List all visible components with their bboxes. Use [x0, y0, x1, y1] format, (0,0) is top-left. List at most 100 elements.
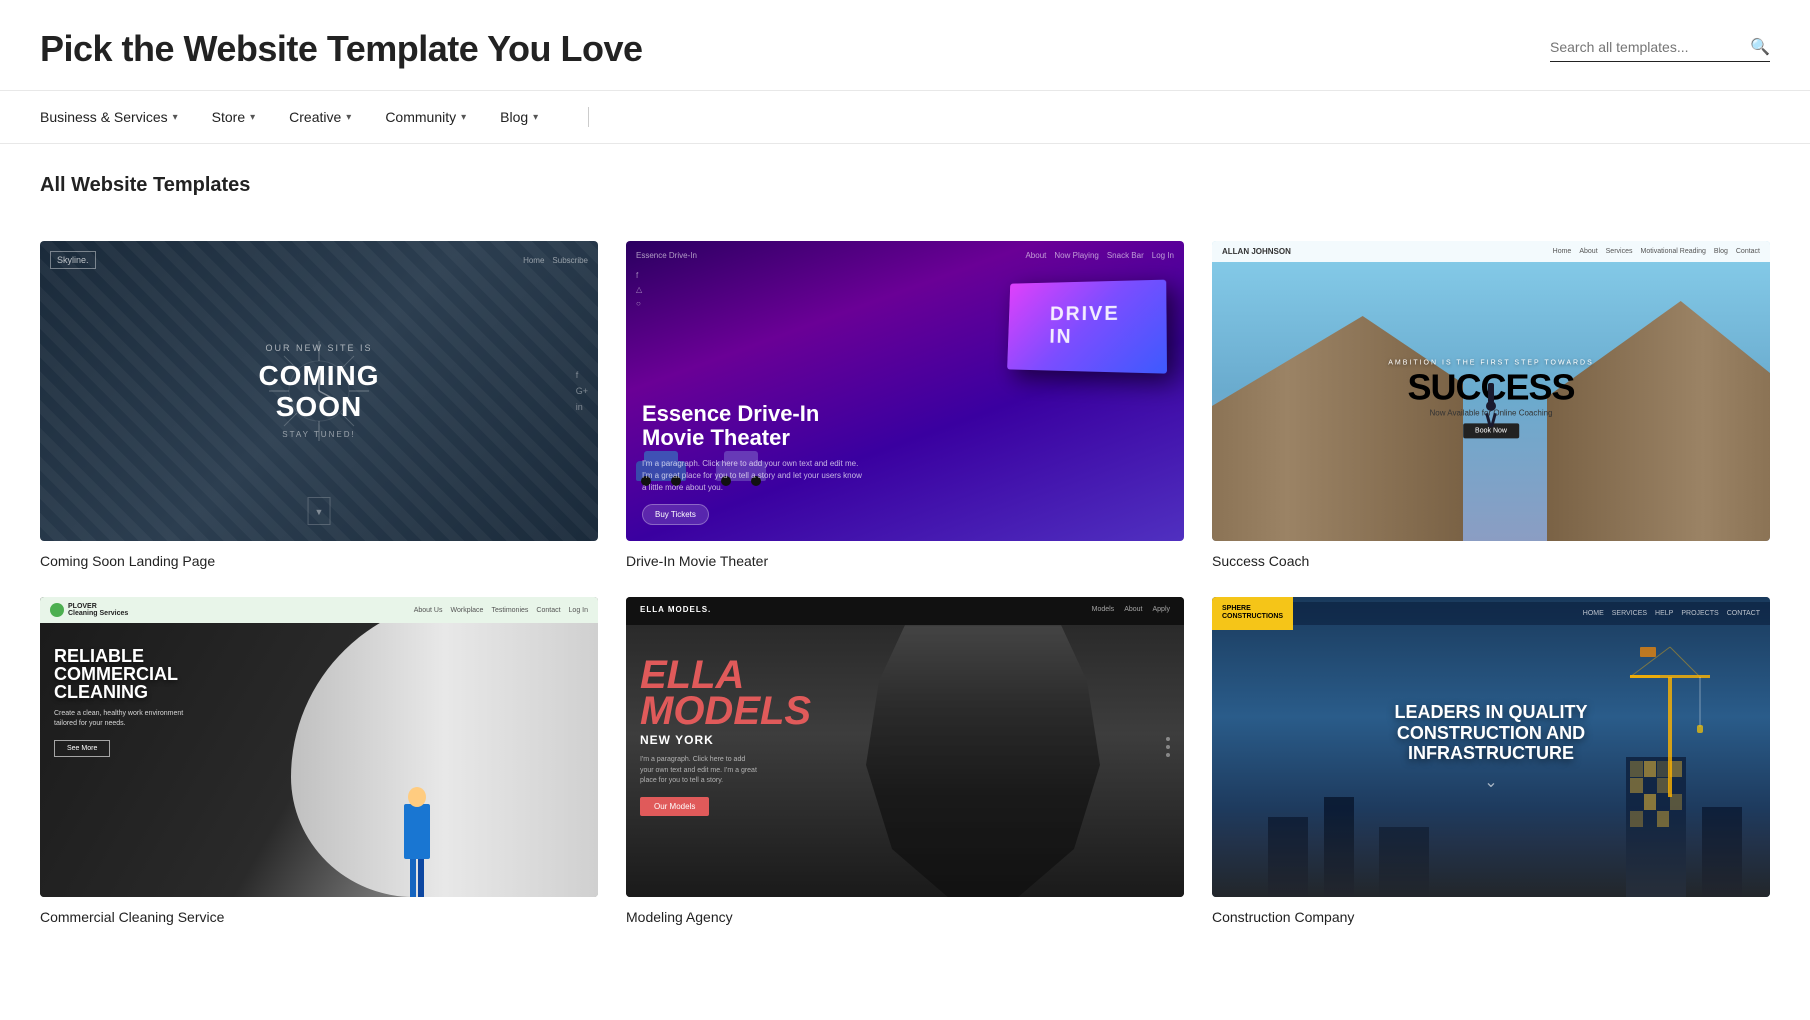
- template-label-coming-soon: Coming Soon Landing Page: [40, 553, 598, 569]
- drive-in-body: I'm a paragraph. Click here to add your …: [642, 458, 1168, 494]
- cleaning-content: RELIABLECOMMERCIALCLEANING Create a clea…: [54, 647, 183, 757]
- template-card-success[interactable]: ALLAN JOHNSON HomeAboutServicesMotivatio…: [1212, 241, 1770, 569]
- coming-soon-stay: STAY TUNED!: [258, 430, 379, 439]
- template-thumbnail-coming-soon: Skyline. HomeSubscribe: [40, 241, 598, 541]
- template-thumbnail-modeling: ELLA MODELS. ModelsAboutApply ELLAMODELS…: [626, 597, 1184, 897]
- model-name: ELLAMODELS: [640, 657, 811, 729]
- coming-soon-subtitle: OUR NEW SITE IS: [258, 343, 379, 353]
- see-more-btn[interactable]: See More: [54, 740, 110, 757]
- template-label-modeling: Modeling Agency: [626, 909, 1184, 925]
- drive-in-sign: DRIVEIN: [1007, 280, 1167, 374]
- modeling-nav: ELLA MODELS. ModelsAboutApply: [626, 597, 1184, 622]
- template-thumbnail-construction: SPHERECONSTRUCTIONS HOMESERVICESHELPPROJ…: [1212, 597, 1770, 897]
- model-silhouette: [853, 625, 1113, 897]
- template-label-drive-in: Drive-In Movie Theater: [626, 553, 1184, 569]
- construction-content: LEADERS IN QUALITYCONSTRUCTION ANDINFRAS…: [1268, 702, 1714, 792]
- nav-item-store[interactable]: Store ▾: [212, 91, 276, 143]
- cleaning-nav: About UsWorkplaceTestimoniesContactLog I…: [414, 607, 588, 614]
- success-logo: ALLAN JOHNSON: [1222, 247, 1291, 256]
- section-header: All Website Templates: [0, 144, 1810, 241]
- drive-in-nav: Essence Drive-In AboutNow PlayingSnack B…: [636, 251, 1174, 260]
- success-nav: HomeAboutServicesMotivational ReadingBlo…: [1553, 248, 1760, 255]
- nav-item-blog[interactable]: Blog ▾: [500, 91, 558, 143]
- construction-nav: HOMESERVICESHELPPROJECTSCONTACT: [1293, 602, 1770, 625]
- coming-soon-text: OUR NEW SITE IS COMINGSOON STAY TUNED!: [258, 343, 379, 440]
- template-thumbnail-drive-in: Essence Drive-In AboutNow PlayingSnack B…: [626, 241, 1184, 541]
- chevron-down-icon: ▾: [250, 112, 255, 123]
- template-card-coming-soon[interactable]: Skyline. HomeSubscribe: [40, 241, 598, 569]
- dot-1: [1166, 737, 1170, 741]
- thumb-inner-drive-in: Essence Drive-In AboutNow PlayingSnack B…: [626, 241, 1184, 541]
- chevron-down-icon: ▾: [461, 112, 466, 123]
- modeling-logo: ELLA MODELS.: [640, 605, 711, 614]
- thumb-logo: Skyline.: [50, 251, 96, 269]
- thumb-inner-modeling: ELLA MODELS. ModelsAboutApply ELLAMODELS…: [626, 597, 1184, 897]
- cleaning-logo-icon: [50, 603, 64, 617]
- city-glow: [1212, 807, 1770, 897]
- nav-item-community[interactable]: Community ▾: [385, 91, 486, 143]
- cleaning-body: Create a clean, healthy work environment…: [54, 709, 183, 729]
- coming-soon-big-text: COMINGSOON: [258, 361, 379, 423]
- modeling-nav-links: ModelsAboutApply: [1092, 606, 1170, 613]
- model-desc: I'm a paragraph. Click here to add your …: [640, 755, 760, 787]
- chevron-down-icon: ▾: [173, 112, 178, 123]
- model-text: ELLAMODELS NEW YORK I'm a paragraph. Cli…: [640, 657, 811, 816]
- dot-3: [1166, 753, 1170, 757]
- section-title: All Website Templates: [40, 174, 1770, 197]
- templates-grid: Skyline. HomeSubscribe: [0, 241, 1810, 965]
- construction-top-bar: SPHERECONSTRUCTIONS HOMESERVICESHELPPROJ…: [1212, 597, 1770, 630]
- success-top-bar: ALLAN JOHNSON HomeAboutServicesMotivatio…: [1212, 241, 1770, 262]
- buy-tickets-btn[interactable]: Buy Tickets: [642, 504, 709, 525]
- dot-2: [1166, 745, 1170, 749]
- template-card-modeling[interactable]: ELLA MODELS. ModelsAboutApply ELLAMODELS…: [626, 597, 1184, 925]
- chevron-down-icon: ▾: [346, 112, 351, 123]
- our-models-btn[interactable]: Our Models: [640, 797, 709, 816]
- page-title: Pick the Website Template You Love: [40, 28, 643, 70]
- nav-label-creative: Creative: [289, 109, 341, 125]
- main-nav: Business & Services ▾ Store ▾ Creative ▾…: [0, 91, 1810, 144]
- nav-item-creative[interactable]: Creative ▾: [289, 91, 371, 143]
- thumb-nav: Skyline. HomeSubscribe: [50, 251, 588, 269]
- template-thumbnail-success: ALLAN JOHNSON HomeAboutServicesMotivatio…: [1212, 241, 1770, 541]
- search-area: 🔍: [1550, 37, 1770, 62]
- search-button[interactable]: 🔍: [1750, 37, 1770, 57]
- bottom-icon: ▼: [308, 497, 331, 525]
- modeling-dots: [1166, 737, 1170, 757]
- model-location: NEW YORK: [640, 733, 811, 747]
- nav-label-blog: Blog: [500, 109, 528, 125]
- chevron-down-icon: ▾: [533, 112, 538, 123]
- template-card-construction[interactable]: SPHERECONSTRUCTIONS HOMESERVICESHELPPROJ…: [1212, 597, 1770, 925]
- drive-in-title: Essence Drive-InMovie Theater: [642, 402, 1168, 450]
- page-header: Pick the Website Template You Love 🔍: [0, 0, 1810, 91]
- template-thumbnail-cleaning: PLOVERCleaning Services About UsWorkplac…: [40, 597, 598, 897]
- nav-label-store: Store: [212, 109, 245, 125]
- sphere-badge: SPHERECONSTRUCTIONS: [1212, 597, 1293, 630]
- template-label-cleaning: Commercial Cleaning Service: [40, 909, 598, 925]
- person-figure: [1486, 383, 1496, 427]
- search-input[interactable]: [1550, 39, 1750, 55]
- nav-label-business: Business & Services: [40, 109, 168, 125]
- cleaning-logo: PLOVERCleaning Services: [50, 603, 128, 617]
- template-card-cleaning[interactable]: PLOVERCleaning Services About UsWorkplac…: [40, 597, 598, 925]
- template-label-success: Success Coach: [1212, 553, 1770, 569]
- nav-label-community: Community: [385, 109, 456, 125]
- thumb-inner: Skyline. HomeSubscribe: [40, 241, 598, 541]
- template-card-drive-in[interactable]: Essence Drive-In AboutNow PlayingSnack B…: [626, 241, 1184, 569]
- cleaning-worker: [392, 747, 442, 897]
- template-label-construction: Construction Company: [1212, 909, 1770, 925]
- thumb-inner-cleaning: PLOVERCleaning Services About UsWorkplac…: [40, 597, 598, 897]
- thumb-inner-construction: SPHERECONSTRUCTIONS HOMESERVICESHELPPROJ…: [1212, 597, 1770, 897]
- drive-in-content: Essence Drive-InMovie Theater I'm a para…: [642, 402, 1168, 525]
- thumb-nav-links: HomeSubscribe: [523, 256, 588, 265]
- thumb-inner-success: ALLAN JOHNSON HomeAboutServicesMotivatio…: [1212, 241, 1770, 541]
- nav-item-business-services[interactable]: Business & Services ▾: [40, 91, 198, 143]
- cleaning-top-bar: PLOVERCleaning Services About UsWorkplac…: [40, 597, 598, 623]
- nav-divider: [588, 107, 589, 127]
- social-icons: f G+ in: [576, 370, 588, 412]
- construction-chevron: ⌄: [1268, 772, 1714, 792]
- success-subtitle: AMBITION IS THE FIRST STEP TOWARDS: [1388, 359, 1594, 366]
- construction-headline: LEADERS IN QUALITYCONSTRUCTION ANDINFRAS…: [1268, 702, 1714, 764]
- cleaning-headline: RELIABLECOMMERCIALCLEANING: [54, 647, 183, 701]
- drive-in-sign-container: DRIVEIN: [994, 271, 1174, 391]
- search-icon: 🔍: [1750, 39, 1770, 56]
